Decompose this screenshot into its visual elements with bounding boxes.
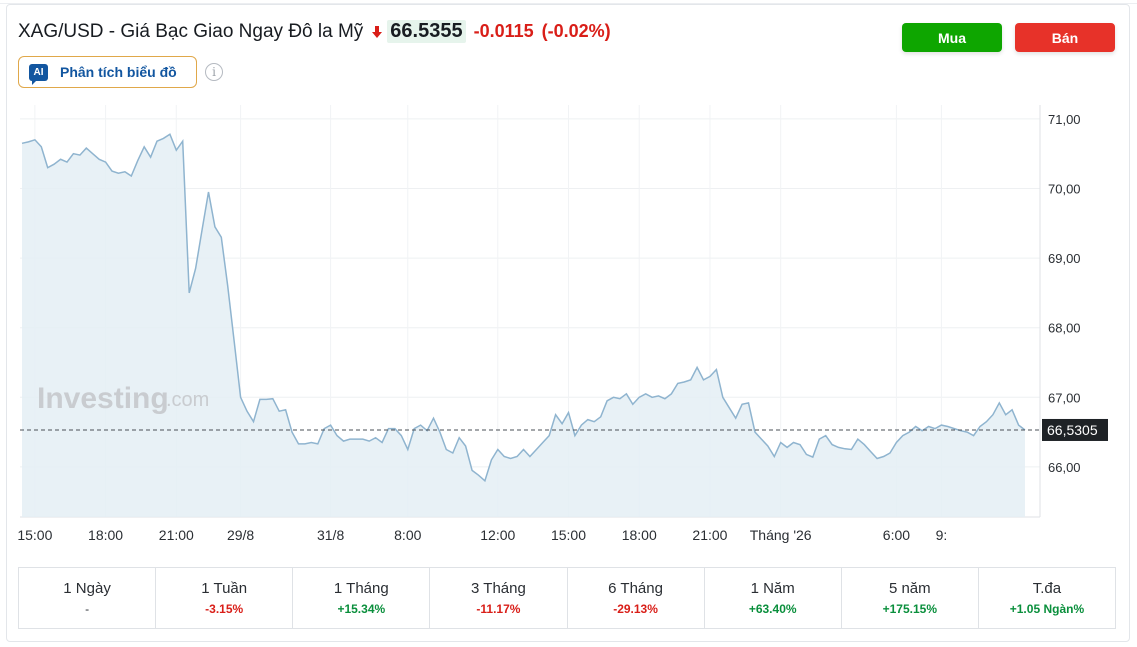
price-change-percent: (-0.02%)	[541, 21, 611, 41]
period-value: -3.15%	[205, 602, 244, 616]
x-tick-label: 9:	[936, 527, 948, 543]
period-1-month[interactable]: 1 Tháng +15.34%	[293, 568, 431, 628]
ai-icon: AI	[29, 63, 48, 85]
y-tick-label: 67,00	[1048, 390, 1081, 405]
y-tick-label: 71,00	[1048, 112, 1081, 127]
period-1-week[interactable]: 1 Tuần -3.15%	[156, 568, 294, 628]
period-label: 6 Tháng	[608, 580, 663, 597]
ai-chart-analysis-button[interactable]: AI Phân tích biểu đồ	[18, 56, 197, 88]
period-label: 5 năm	[888, 580, 931, 597]
info-icon[interactable]: i	[205, 63, 223, 81]
period-label: 3 Tháng	[471, 580, 526, 597]
performance-periods: 1 Ngày - 1 Tuần -3.15% 1 Tháng +15.34% 3…	[18, 567, 1116, 629]
down-arrow-icon	[371, 25, 383, 39]
x-tick-label: 18:00	[88, 527, 123, 543]
last-price: 66.5355	[387, 20, 466, 43]
x-tick-label: 29/8	[227, 527, 254, 543]
sell-button[interactable]: Bán	[1015, 23, 1115, 52]
period-label: T.đa	[1032, 580, 1062, 597]
instrument-header: XAG/USD - Giá Bạc Giao Ngay Đô la Mỹ 66.…	[18, 20, 611, 43]
x-tick-label: 15:00	[551, 527, 586, 543]
x-tick-label: 15:00	[17, 527, 52, 543]
period-value: -	[85, 602, 90, 616]
period-value: -11.17%	[476, 602, 521, 616]
period-1-day[interactable]: 1 Ngày -	[19, 568, 157, 628]
period-value: +1.05 Ngàn%	[1009, 602, 1085, 616]
period-1-year[interactable]: 1 Năm +63.40%	[705, 568, 842, 628]
y-tick-label: 70,00	[1048, 182, 1081, 197]
x-tick-label: 12:00	[480, 527, 515, 543]
ai-chart-analysis-label: Phân tích biểu đồ	[60, 64, 177, 80]
period-max[interactable]: T.đa +1.05 Ngàn%	[979, 568, 1115, 628]
period-label: 1 Năm	[750, 580, 795, 597]
watermark-logo: Investing	[37, 382, 169, 415]
y-tick-label: 68,00	[1048, 321, 1081, 336]
x-tick-label: 21:00	[692, 527, 727, 543]
period-6-months[interactable]: 6 Tháng -29.13%	[568, 568, 705, 628]
x-tick-label: 18:00	[622, 527, 657, 543]
instrument-title: XAG/USD - Giá Bạc Giao Ngay Đô la Mỹ	[18, 20, 364, 42]
x-tick-label: 21:00	[159, 527, 194, 543]
period-value: -29.13%	[613, 602, 658, 616]
price-area	[22, 134, 1025, 517]
period-3-months[interactable]: 3 Tháng -11.17%	[430, 568, 568, 628]
watermark-suffix: .com	[166, 389, 209, 411]
period-5-years[interactable]: 5 năm +175.15%	[842, 568, 979, 628]
x-axis: 15:00 18:00 21:00 29/8 31/8 8:00 12:00 15:00 18:…	[17, 527, 947, 543]
period-value: +175.15%	[882, 602, 937, 616]
period-label: 1 Tháng	[333, 580, 389, 597]
x-tick-label: 31/8	[317, 527, 344, 543]
buy-button[interactable]: Mua	[902, 23, 1002, 52]
price-chart[interactable]: Investing .com 71,00 70,00 69,00 68,00 67,00…	[0, 100, 1137, 552]
current-price-label: 66,5305	[1047, 422, 1098, 438]
period-value: +15.34%	[337, 602, 386, 616]
x-tick-label: 6:00	[883, 527, 910, 543]
y-tick-label: 66,00	[1048, 460, 1081, 475]
y-tick-label: 69,00	[1048, 251, 1081, 266]
period-label: 1 Ngày	[63, 580, 111, 597]
price-change: -0.0115	[473, 21, 534, 41]
period-label: 1 Tuần	[201, 580, 248, 597]
period-value: +63.40%	[748, 602, 797, 616]
x-tick-label: 8:00	[394, 527, 421, 543]
x-tick-label: Tháng '26	[750, 527, 812, 543]
